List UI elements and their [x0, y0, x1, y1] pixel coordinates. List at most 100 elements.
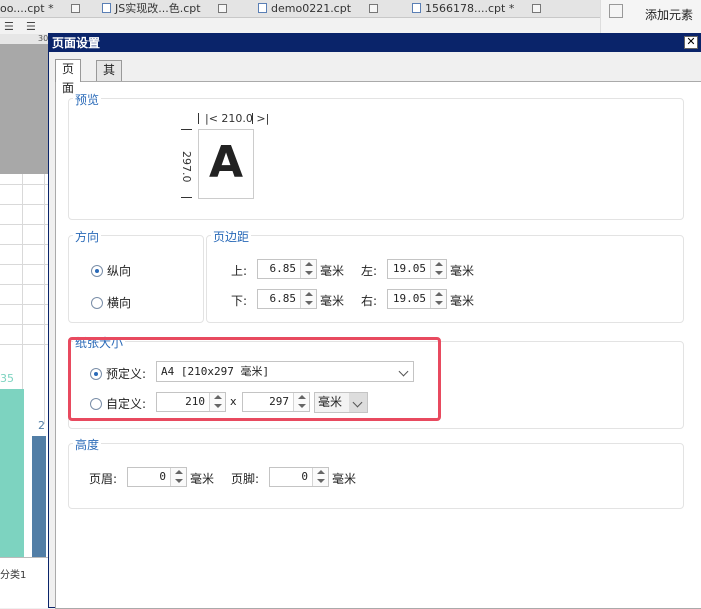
grid-icon[interactable] [609, 4, 623, 18]
spin-up-icon[interactable] [431, 260, 447, 269]
margin-left-input[interactable]: 19.05 [387, 259, 447, 279]
spin-up-icon[interactable] [313, 468, 329, 477]
spin-up-icon[interactable] [294, 393, 310, 402]
preset-paper-value: A4 [210x297 毫米] [161, 365, 270, 378]
margin-bottom-value: 6.85 [269, 292, 297, 305]
orientation-group: 方向 纵向 横向 [68, 228, 204, 323]
footer-label: 页脚: [231, 472, 260, 486]
footer-height-value: 0 [301, 470, 308, 483]
spinner[interactable] [209, 393, 225, 411]
portrait-label: 纵向 [107, 264, 132, 278]
doc-tab-3[interactable]: demo0221.cpt [258, 0, 406, 18]
custom-width-input[interactable]: 210 [156, 392, 226, 412]
add-element-label[interactable]: 添加元素 [645, 6, 693, 23]
frozen-area [0, 44, 52, 174]
align-left-icon[interactable]: ☰ [4, 20, 14, 33]
preview-page: A [198, 129, 254, 199]
radio-icon[interactable] [91, 265, 103, 277]
align-center-icon[interactable]: ☰ [26, 20, 36, 33]
tab-other[interactable]: 其他 [96, 60, 123, 96]
margin-title: 页边距 [211, 228, 252, 245]
doc-tab-4[interactable]: 1566178....cpt * [412, 0, 588, 18]
spin-down-icon[interactable] [301, 299, 317, 308]
spin-down-icon[interactable] [210, 402, 226, 411]
dialog-titlebar[interactable]: 页面设置 ✕ [49, 34, 701, 52]
spinner[interactable] [430, 290, 446, 308]
footer-height-input[interactable]: 0 [269, 467, 329, 487]
unit-label: 毫米 [320, 264, 345, 278]
preset-paper-select[interactable]: A4 [210x297 毫米] [156, 361, 414, 382]
margin-right-value: 19.05 [392, 292, 426, 305]
portrait-radio[interactable]: 纵向 [91, 262, 131, 279]
chart-bar [0, 389, 24, 557]
dimension-tick [198, 113, 199, 124]
tab-panel-page: 预览 |< 210.0 >| 297.0 A 方向 纵向 横向 页边距 上: 6… [55, 81, 701, 609]
spin-down-icon[interactable] [313, 477, 329, 486]
spin-up-icon[interactable] [301, 260, 317, 269]
margin-top-input[interactable]: 6.85 [257, 259, 317, 279]
spin-down-icon[interactable] [431, 269, 447, 278]
spin-up-icon[interactable] [431, 290, 447, 299]
close-icon[interactable] [71, 4, 81, 13]
size-separator: x [230, 395, 237, 408]
doc-tab-label: demo0221.cpt [271, 2, 352, 15]
radio-icon[interactable] [91, 297, 103, 309]
dialog-title: 页面设置 [52, 36, 101, 50]
chevron-down-icon[interactable] [349, 393, 367, 412]
close-button[interactable]: ✕ [684, 36, 698, 49]
spin-up-icon[interactable] [171, 468, 187, 477]
preset-radio[interactable]: 预定义: [90, 365, 146, 382]
close-icon[interactable] [218, 4, 228, 13]
radio-icon[interactable] [90, 368, 102, 380]
custom-height-input[interactable]: 297 [242, 392, 310, 412]
spinner[interactable] [170, 468, 186, 486]
unit-label: 毫米 [450, 264, 475, 278]
spreadsheet-canvas: 30 35 2 分类1 [0, 34, 52, 608]
document-icon [102, 3, 111, 13]
spinner[interactable] [430, 260, 446, 278]
ruler-mark: 30 [38, 34, 49, 43]
page-setup-dialog: 页面设置 ✕ 页面 其他 预览 |< 210.0 >| 297.0 A 方向 纵… [48, 33, 701, 609]
chart-bar [32, 436, 46, 557]
tab-page[interactable]: 页面 [55, 59, 82, 95]
spinner[interactable] [300, 260, 316, 278]
margin-right-input[interactable]: 19.05 [387, 289, 447, 309]
doc-tab-2[interactable]: JS实现改...色.cpt [102, 0, 252, 18]
spin-up-icon[interactable] [301, 290, 317, 299]
doc-tab-label: 1566178....cpt * [425, 2, 515, 15]
margin-left-value: 19.05 [392, 262, 426, 275]
header-label: 页眉: [89, 472, 118, 486]
spin-down-icon[interactable] [301, 269, 317, 278]
preview-title: 预览 [73, 91, 102, 108]
spin-down-icon[interactable] [171, 477, 187, 486]
chevron-down-icon[interactable] [395, 362, 413, 381]
margin-bottom-label: 下: [231, 294, 248, 308]
spinner[interactable] [300, 290, 316, 308]
bar-value-label: 35 [0, 372, 14, 385]
doc-tab-1[interactable]: oo....cpt * [0, 0, 96, 18]
header-height-value: 0 [159, 470, 166, 483]
column-ruler: 30 [0, 34, 52, 44]
spinner[interactable] [293, 393, 309, 411]
spin-down-icon[interactable] [431, 299, 447, 308]
header-height-input[interactable]: 0 [127, 467, 187, 487]
grid-line [22, 174, 23, 424]
custom-unit-select[interactable]: 毫米 [314, 392, 368, 413]
spin-down-icon[interactable] [294, 402, 310, 411]
margin-bottom-input[interactable]: 6.85 [257, 289, 317, 309]
margin-group: 页边距 上: 6.85 毫米 左: 19.05 毫米 下: 6.85 毫米 右:… [206, 228, 684, 323]
preview-group: 预览 |< 210.0 >| 297.0 A [68, 91, 684, 220]
custom-unit-value: 毫米 [318, 395, 343, 409]
format-toolbar: ☰ ☰ [0, 18, 701, 34]
doc-tab-label: JS实现改...色.cpt [115, 2, 201, 15]
close-icon[interactable] [531, 4, 541, 13]
spin-up-icon[interactable] [210, 393, 226, 402]
spinner[interactable] [312, 468, 328, 486]
unit-label: 毫米 [320, 294, 345, 308]
custom-radio[interactable]: 自定义: [90, 395, 146, 412]
landscape-radio[interactable]: 横向 [91, 294, 131, 311]
doc-tab-label: oo....cpt * [0, 2, 54, 15]
radio-icon[interactable] [90, 398, 102, 410]
dimension-tick [181, 129, 192, 130]
close-icon[interactable] [368, 4, 378, 13]
